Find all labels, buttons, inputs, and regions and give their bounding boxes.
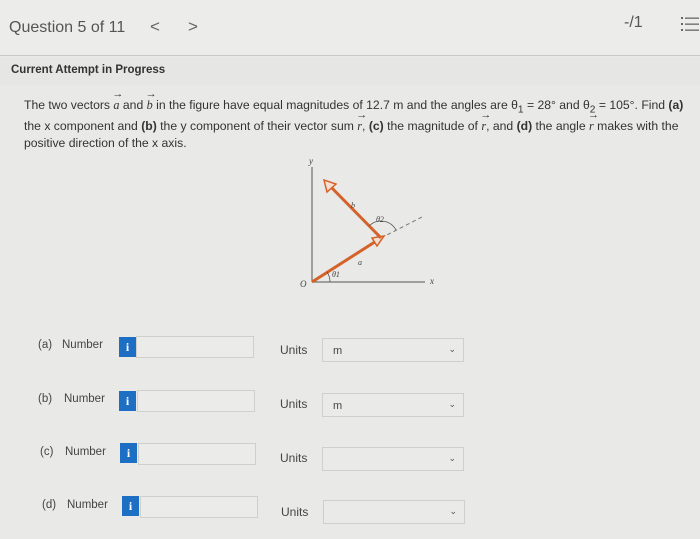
units-label: Units [281,505,309,519]
part-label: (d) [42,499,57,511]
question-header: Question 5 of 11 < > -/1 [0,0,700,56]
units-label: Units [280,397,308,411]
number-input-d[interactable] [140,496,258,518]
info-icon[interactable]: i [119,337,136,357]
text: the angle [532,119,590,134]
number-label: Number [62,339,103,351]
number-input-b[interactable] [137,390,255,412]
question-counter: Question 5 of 11 [9,19,126,36]
extension-line [380,216,423,239]
attempt-status-bar: Current Attempt in Progress [0,57,700,85]
answer-row-c: (c) Number i Units ⌄ [0,440,700,480]
selected-unit: m [333,345,343,357]
chevron-right-icon[interactable]: > [188,17,198,37]
vector-r-symbol: r [356,107,366,135]
vector-a-label: a [358,258,362,267]
theta2-label: θ2 [376,215,384,224]
text: the magnitude of [383,119,482,134]
text: The two vectors [24,98,114,112]
chevron-down-icon: ⌄ [448,399,456,409]
part-a-marker: (a) [668,98,684,112]
vector-b [326,182,383,240]
vector-b-label: b [351,201,355,210]
text: = 105°. Find [595,98,669,112]
theta1-arc [326,271,331,283]
number-label: Number [65,446,106,458]
vector-b-symbol: b [146,86,157,114]
units-select-a[interactable]: m ⌄ [322,338,464,362]
text: the x component and [24,119,142,134]
vector-figure: y x O θ1 θ2 a b [300,156,434,289]
text: = 28° and θ [523,98,590,112]
list-icon[interactable] [681,16,699,32]
units-select-b[interactable]: m ⌄ [322,393,464,417]
units-label: Units [280,451,308,465]
units-select-d[interactable]: ⌄ [323,500,465,524]
answer-row-d: (d) Number i Units ⌄ [0,493,700,533]
part-b-marker: (b) [141,119,157,134]
number-label: Number [67,499,108,511]
theta1-label: θ1 [332,270,340,279]
chevron-down-icon: ⌄ [449,506,457,516]
origin-label: O [300,279,307,289]
number-label: Number [64,393,105,405]
chevron-down-icon: ⌄ [448,344,456,354]
info-icon[interactable]: i [119,391,136,411]
selected-unit: m [333,400,343,412]
vector-r-symbol: r [480,107,490,135]
answer-row-a: (a) Number i Units m ⌄ [0,333,700,373]
text: and [119,98,147,112]
answer-row-b: (b) Number i Units m ⌄ [0,387,700,427]
vector-a-arrowhead [370,234,386,248]
part-c-marker: (c) [368,119,384,134]
chevron-down-icon: ⌄ [448,453,456,463]
vector-r-symbol: r [588,107,598,135]
question-text: The two vectors a and b in the figure ha… [24,86,694,152]
score-display: -/1 [624,14,643,31]
units-select-c[interactable]: ⌄ [322,447,464,471]
part-label: (b) [38,393,53,405]
number-input-a[interactable] [136,336,254,358]
info-icon[interactable]: i [122,496,139,516]
part-label: (a) [38,339,53,351]
y-axis-label: y [308,156,313,166]
attempt-status: Current Attempt in Progress [11,64,166,76]
info-icon[interactable]: i [120,443,137,463]
text: in the figure have equal magnitudes of 1… [152,98,518,112]
part-d-marker: (d) [516,119,533,134]
text: the y component of their vector sum [156,119,358,134]
chevron-left-icon[interactable]: < [150,17,160,37]
units-label: Units [280,343,308,357]
x-axis-label: x [429,276,434,286]
part-label: (c) [40,446,54,458]
number-input-c[interactable] [138,443,256,465]
vector-a [311,236,382,284]
vector-a-symbol: a [112,86,123,114]
